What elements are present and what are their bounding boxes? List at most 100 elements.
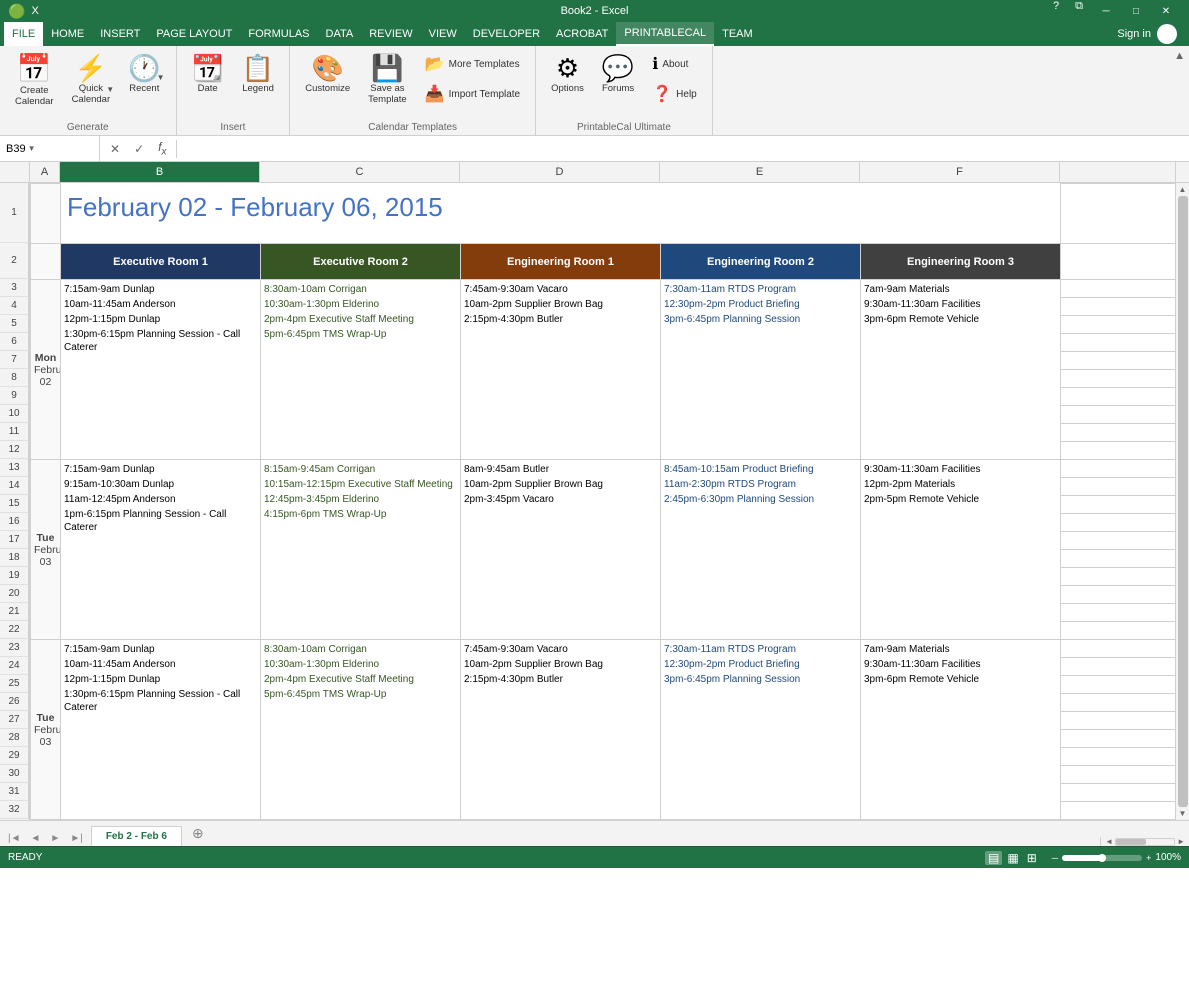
maximize-btn[interactable]: □ bbox=[1121, 0, 1151, 22]
day3-eng2-cell[interactable]: 7:30am-11am RTDS Program 12:30pm-2pm Pro… bbox=[661, 640, 861, 820]
row-num-19[interactable]: 19 bbox=[0, 567, 29, 585]
day1-eng3-cell[interactable]: 7am-9am Materials 9:30am-11:30am Facilit… bbox=[861, 280, 1061, 460]
row-num-7[interactable]: 7 bbox=[0, 351, 29, 369]
close-btn[interactable]: ✕ bbox=[1151, 0, 1181, 22]
row-num-21[interactable]: 21 bbox=[0, 603, 29, 621]
scroll-thumb[interactable] bbox=[1178, 196, 1188, 807]
row-num-26[interactable]: 26 bbox=[0, 693, 29, 711]
scroll-h-track[interactable] bbox=[1115, 838, 1175, 846]
row-num-23[interactable]: 23 bbox=[0, 639, 29, 657]
zoom-slider[interactable] bbox=[1062, 855, 1142, 861]
menu-printablecal[interactable]: PRINTABLECAL bbox=[616, 22, 714, 46]
cell-A1[interactable] bbox=[31, 184, 61, 244]
row-num-8[interactable]: 8 bbox=[0, 369, 29, 387]
add-sheet-btn[interactable]: ⊕ bbox=[184, 821, 212, 846]
menu-home[interactable]: HOME bbox=[43, 22, 92, 46]
zoom-in-btn[interactable]: + bbox=[1146, 853, 1151, 863]
cell-F23[interactable] bbox=[1061, 640, 1175, 658]
day1-exec1-cell[interactable]: 7:15am-9am Dunlap 10am-11:45am Anderson … bbox=[61, 280, 261, 460]
day2-exec2-cell[interactable]: 8:15am-9:45am Corrigan 10:15am-12:15pm E… bbox=[261, 460, 461, 640]
name-box-dropdown[interactable]: ▼ bbox=[28, 144, 36, 153]
col-header-F[interactable]: F bbox=[860, 162, 1060, 182]
menu-acrobat[interactable]: ACROBAT bbox=[548, 22, 616, 46]
row-num-14[interactable]: 14 bbox=[0, 477, 29, 495]
page-layout-btn[interactable]: ▦ bbox=[1004, 851, 1021, 865]
day3-exec1-cell[interactable]: 7:15am-9am Dunlap 10am-11:45am Anderson … bbox=[61, 640, 261, 820]
quick-calendar-dropdown[interactable]: ▼ bbox=[106, 85, 114, 94]
zoom-out-btn[interactable]: ─ bbox=[1052, 853, 1058, 863]
help-btn[interactable]: ? bbox=[1045, 0, 1067, 22]
signin-btn[interactable]: Sign in bbox=[1117, 28, 1151, 40]
row-num-17[interactable]: 17 bbox=[0, 531, 29, 549]
cell-F13[interactable] bbox=[1061, 460, 1175, 478]
scrollbar-vertical[interactable]: ▲ ▼ bbox=[1175, 183, 1189, 820]
confirm-formula-btn[interactable]: ✓ bbox=[130, 140, 148, 158]
col-header-B[interactable]: B bbox=[60, 162, 260, 182]
name-box[interactable]: B39 ▼ bbox=[0, 136, 100, 161]
row-num-4[interactable]: 4 bbox=[0, 297, 29, 315]
row-num-2[interactable]: 2 bbox=[0, 243, 29, 279]
day2-eng3-cell[interactable]: 9:30am-11:30am Facilities 12pm-2pm Mater… bbox=[861, 460, 1061, 640]
row-num-9[interactable]: 9 bbox=[0, 387, 29, 405]
col-header-D[interactable]: D bbox=[460, 162, 660, 182]
col-header-A[interactable]: A bbox=[30, 162, 60, 182]
page-break-btn[interactable]: ⊞ bbox=[1024, 851, 1040, 865]
formula-input[interactable] bbox=[177, 136, 1189, 161]
quick-calendar-btn[interactable]: ⚡ QuickCalendar ▼ bbox=[65, 50, 118, 111]
cancel-formula-btn[interactable]: ✕ bbox=[106, 140, 124, 158]
row-num-12[interactable]: 12 bbox=[0, 441, 29, 459]
row-num-24[interactable]: 24 bbox=[0, 657, 29, 675]
tab-nav-last[interactable]: ►| bbox=[66, 831, 87, 846]
minimize-btn[interactable]: ─ bbox=[1091, 0, 1121, 22]
scroll-h-thumb[interactable] bbox=[1116, 839, 1146, 845]
more-templates-btn[interactable]: 📂 More Templates bbox=[418, 50, 527, 78]
create-calendar-btn[interactable]: 📅 CreateCalendar bbox=[8, 50, 61, 113]
menu-insert[interactable]: INSERT bbox=[92, 22, 148, 46]
col-header-E[interactable]: E bbox=[660, 162, 860, 182]
cell-F3[interactable] bbox=[1061, 280, 1175, 298]
menu-team[interactable]: TEAM bbox=[714, 22, 761, 46]
row-num-27[interactable]: 27 bbox=[0, 711, 29, 729]
scroll-left-btn[interactable]: ◄ bbox=[1105, 837, 1113, 846]
row-num-13[interactable]: 13 bbox=[0, 459, 29, 477]
row-num-11[interactable]: 11 bbox=[0, 423, 29, 441]
menu-developer[interactable]: DEVELOPER bbox=[465, 22, 548, 46]
menu-formulas[interactable]: FORMULAS bbox=[240, 22, 317, 46]
row-num-22[interactable]: 22 bbox=[0, 621, 29, 639]
row-num-5[interactable]: 5 bbox=[0, 315, 29, 333]
scroll-down-btn[interactable]: ▼ bbox=[1179, 809, 1187, 818]
tab-nav-first[interactable]: |◄ bbox=[4, 831, 25, 846]
recent-btn[interactable]: 🕐 Recent ▼ bbox=[121, 50, 167, 99]
day3-eng3-cell[interactable]: 7am-9am Materials 9:30am-11:30am Facilit… bbox=[861, 640, 1061, 820]
insert-function-btn[interactable]: fx bbox=[154, 140, 170, 157]
day3-eng1-cell[interactable]: 7:45am-9:30am Vacaro 10am-2pm Supplier B… bbox=[461, 640, 661, 820]
row-num-16[interactable]: 16 bbox=[0, 513, 29, 531]
menu-review[interactable]: REVIEW bbox=[361, 22, 420, 46]
day3-exec2-cell[interactable]: 8:30am-10am Corrigan 10:30am-1:30pm Elde… bbox=[261, 640, 461, 820]
import-template-btn[interactable]: 📥 Import Template bbox=[418, 80, 527, 108]
row-num-29[interactable]: 29 bbox=[0, 747, 29, 765]
save-as-template-btn[interactable]: 💾 Save asTemplate bbox=[361, 50, 414, 111]
day1-eng1-cell[interactable]: 7:45am-9:30am Vacaro 10am-2pm Supplier B… bbox=[461, 280, 661, 460]
row-num-25[interactable]: 25 bbox=[0, 675, 29, 693]
customize-btn[interactable]: 🎨 Customize bbox=[298, 50, 357, 99]
sheet-tab-feb2-6[interactable]: Feb 2 - Feb 6 bbox=[91, 826, 182, 847]
restore-ribbon-btn[interactable]: ⧉ bbox=[1067, 0, 1091, 22]
menu-data[interactable]: DATA bbox=[318, 22, 362, 46]
row-num-20[interactable]: 20 bbox=[0, 585, 29, 603]
menu-page-layout[interactable]: PAGE LAYOUT bbox=[148, 22, 240, 46]
tab-nav-next[interactable]: ► bbox=[46, 831, 64, 846]
row-num-10[interactable]: 10 bbox=[0, 405, 29, 423]
day2-eng2-cell[interactable]: 8:45am-10:15am Product Briefing 11am-2:3… bbox=[661, 460, 861, 640]
row-num-3[interactable]: 3 bbox=[0, 279, 29, 297]
row-num-6[interactable]: 6 bbox=[0, 333, 29, 351]
date-btn[interactable]: 📆 Date bbox=[185, 50, 231, 99]
recent-dropdown[interactable]: ▼ bbox=[157, 73, 165, 82]
row-num-18[interactable]: 18 bbox=[0, 549, 29, 567]
forums-btn[interactable]: 💬 Forums bbox=[595, 50, 641, 99]
scroll-up-btn[interactable]: ▲ bbox=[1179, 185, 1187, 194]
row-num-1[interactable]: 1 bbox=[0, 183, 29, 243]
cell-A2[interactable] bbox=[31, 244, 61, 280]
ribbon-collapse-btn[interactable]: ▲ bbox=[1170, 46, 1189, 135]
tab-nav-prev[interactable]: ◄ bbox=[27, 831, 45, 846]
